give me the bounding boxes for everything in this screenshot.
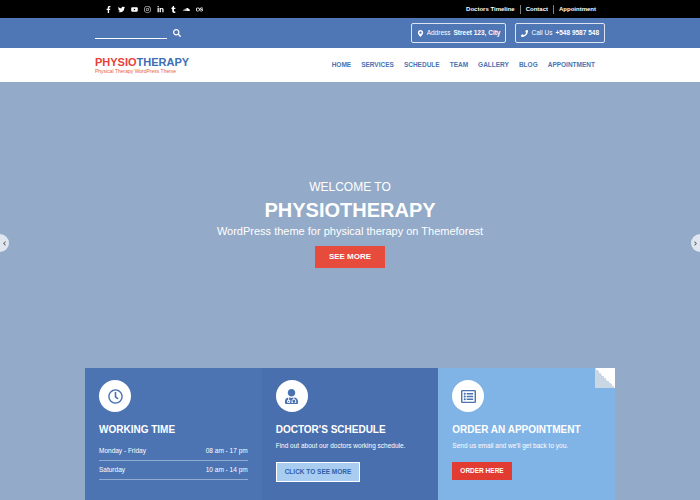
- card-button[interactable]: CLICK TO SEE MORE: [276, 462, 361, 482]
- youtube-icon[interactable]: [131, 6, 138, 13]
- logo-text: PHYSIOTHERAPY: [95, 56, 189, 68]
- linkedin-icon[interactable]: [157, 6, 164, 13]
- card-text: Send us email and we'll get back to you.: [452, 441, 568, 450]
- hours-row: Saturday 10 am - 14 pm: [99, 461, 248, 480]
- top-bar: Doctors TimelineContactAppointment: [0, 0, 700, 18]
- page: Doctors TimelineContactAppointment Addres…: [0, 0, 700, 500]
- lastfm-icon[interactable]: [196, 6, 203, 13]
- facebook-icon[interactable]: [105, 6, 112, 13]
- hours-time: 08 am - 17 pm: [206, 446, 248, 456]
- social-links: [95, 6, 203, 13]
- pin-icon: [417, 30, 424, 37]
- top-links: Doctors TimelineContactAppointment: [461, 5, 605, 14]
- card-icon-circle: [276, 380, 308, 412]
- tumblr-icon[interactable]: [170, 6, 177, 13]
- search: [95, 27, 181, 39]
- nav-item[interactable]: HOME: [332, 60, 352, 70]
- chevron-right-icon: [693, 241, 698, 246]
- search-input[interactable]: [95, 27, 167, 39]
- nav-item[interactable]: TEAM: [450, 60, 468, 70]
- hero-title: PHYSIOTHERAPY: [264, 198, 435, 222]
- address-value: Street 123, City: [454, 28, 501, 38]
- hero-subtitle: WordPress theme for physical therapy on …: [217, 224, 483, 238]
- phone-value: +548 9587 548: [555, 28, 599, 38]
- slider-next[interactable]: [691, 234, 700, 252]
- top-bar-inner: Doctors TimelineContactAppointment: [95, 0, 605, 18]
- nav-item[interactable]: APPOINTMENT: [548, 60, 595, 70]
- nav-item[interactable]: SERVICES: [361, 60, 394, 70]
- card-icon-circle: [452, 380, 484, 412]
- info-bar: AddressStreet 123, City Call Us+548 9587 …: [0, 18, 700, 48]
- card-button[interactable]: ORDER HERE: [452, 462, 511, 480]
- nav-bar: PHYSIOTHERAPYPhysical Therapy WordPress …: [0, 48, 700, 82]
- search-icon[interactable]: [173, 29, 181, 37]
- card-title: WORKING TIME: [99, 424, 248, 436]
- logo-first: PHYSIO: [95, 56, 137, 68]
- hours-day: Saturday: [99, 465, 125, 475]
- hero: WELCOME TO PHYSIOTHERAPY WordPress theme f…: [0, 82, 700, 500]
- card-title: ORDER AN APPOINTMENT: [452, 424, 601, 436]
- logo-tagline: Physical Therapy WordPress Theme: [95, 68, 189, 75]
- info-card: WORKING TIME Monday - Friday 08 am - 17 pm…: [85, 368, 262, 500]
- folded-corner: [595, 368, 615, 388]
- hours-day: Monday - Friday: [99, 446, 146, 456]
- card-text: Find out about our doctors working sched…: [276, 441, 406, 450]
- nav-menu: HOME SERVICES SCHEDULE TEAM GALLERY BLOG APPOI…: [332, 60, 605, 70]
- top-link[interactable]: Appointment: [553, 5, 601, 14]
- info-card: DOCTOR'S SCHEDULE Find out about our doct…: [262, 368, 439, 500]
- top-link[interactable]: Doctors Timeline: [461, 5, 520, 14]
- nav-item[interactable]: SCHEDULE: [404, 60, 440, 70]
- info-card: ORDER AN APPOINTMENTSend us email and we…: [438, 368, 615, 500]
- address-label: Address: [427, 28, 451, 38]
- contact-boxes: AddressStreet 123, City Call Us+548 9587 …: [411, 23, 605, 43]
- phone-box: Call Us+548 9587 548: [515, 23, 605, 43]
- card-body: Send us email and we'll get back to you.…: [452, 436, 601, 480]
- hours-list: Monday - Friday 08 am - 17 pm Saturday 10 a…: [99, 442, 248, 480]
- phone-label: Call Us: [531, 28, 552, 38]
- info-bar-inner: AddressStreet 123, City Call Us+548 9587 …: [95, 18, 605, 48]
- soundcloud-icon[interactable]: [183, 6, 190, 13]
- hours-row: Monday - Friday 08 am - 17 pm: [99, 442, 248, 461]
- nav-item[interactable]: BLOG: [519, 60, 538, 70]
- top-link[interactable]: Contact: [520, 5, 553, 14]
- card-title: DOCTOR'S SCHEDULE: [276, 424, 425, 436]
- card-body: Find out about our doctors working sched…: [276, 436, 425, 482]
- logo[interactable]: PHYSIOTHERAPYPhysical Therapy WordPress …: [95, 56, 189, 75]
- slider-prev[interactable]: [0, 234, 9, 252]
- chevron-left-icon: [2, 241, 7, 246]
- see-more-button[interactable]: SEE MORE: [315, 246, 385, 268]
- phone-icon: [521, 30, 528, 37]
- logo-second: THERAPY: [137, 56, 190, 68]
- address-box: AddressStreet 123, City: [411, 23, 507, 43]
- nav-inner: PHYSIOTHERAPYPhysical Therapy WordPress …: [95, 48, 605, 82]
- doctor-icon: [284, 389, 299, 404]
- card-icon-circle: [99, 380, 131, 412]
- instagram-icon[interactable]: [144, 6, 151, 13]
- twitter-icon[interactable]: [118, 6, 125, 13]
- clock-icon: [108, 389, 123, 404]
- info-cards: WORKING TIME Monday - Friday 08 am - 17 pm…: [85, 368, 615, 500]
- hours-time: 10 am - 14 pm: [206, 465, 248, 475]
- nav-item[interactable]: GALLERY: [478, 60, 509, 70]
- hero-kicker: WELCOME TO: [309, 180, 391, 194]
- appointment-icon: [461, 389, 476, 404]
